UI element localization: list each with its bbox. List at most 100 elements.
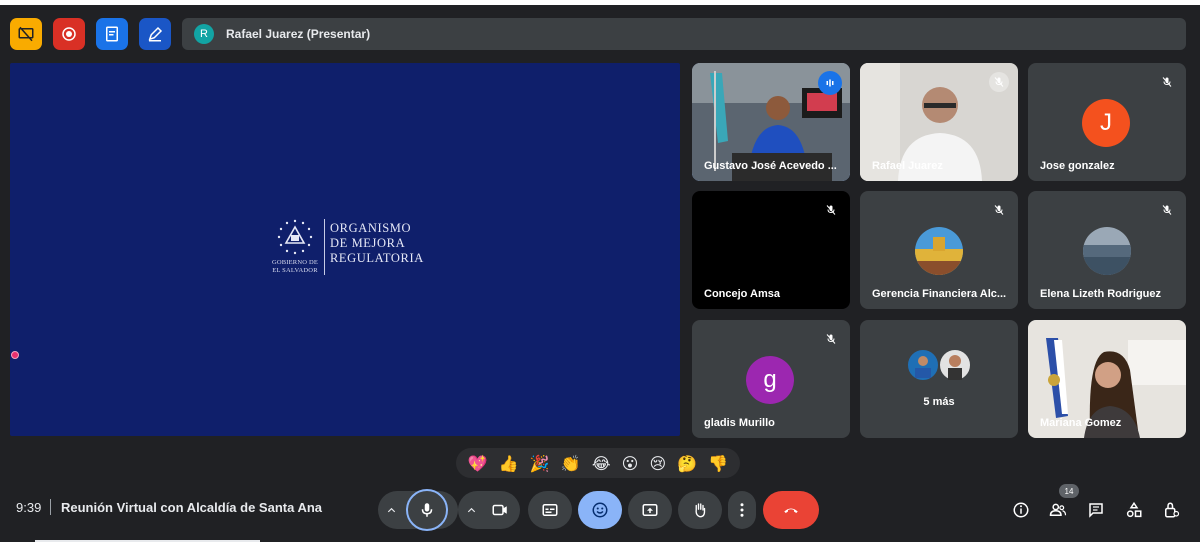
present-button[interactable] bbox=[628, 491, 672, 529]
logo-divider bbox=[324, 219, 325, 275]
chevron-up-icon bbox=[467, 507, 475, 512]
captions-icon bbox=[542, 504, 558, 516]
pointer-dot bbox=[11, 351, 19, 359]
leave-call-button[interactable] bbox=[763, 491, 819, 529]
mic-muted-indicator bbox=[821, 200, 841, 220]
reaction-bar: 💖 👍 🎉 👏 😂 😮 😢 🤔 👎 bbox=[456, 448, 740, 478]
camera-button[interactable] bbox=[484, 501, 516, 519]
mic-off-icon bbox=[826, 334, 836, 344]
present-off-icon bbox=[18, 26, 34, 42]
mic-off-icon bbox=[826, 205, 836, 215]
camera-group bbox=[458, 491, 520, 529]
hang-up-icon bbox=[784, 508, 798, 513]
reaction-sad[interactable]: 😢 bbox=[649, 454, 666, 473]
participant-name: Mariana Gomez bbox=[1040, 417, 1122, 429]
people-count-badge: 14 bbox=[1059, 484, 1079, 498]
recording-button[interactable] bbox=[53, 18, 85, 50]
reaction-thinking[interactable]: 🤔 bbox=[677, 454, 697, 473]
reaction-laugh[interactable]: 😂 bbox=[592, 454, 611, 473]
reaction-party[interactable]: 🎉 bbox=[530, 454, 550, 473]
reaction-thumbs-up[interactable]: 👍 bbox=[499, 454, 519, 473]
participant-tile[interactable]: J Jose gonzalez bbox=[1028, 63, 1186, 181]
mic-icon bbox=[421, 503, 433, 517]
participant-tile[interactable]: Elena Lizeth Rodriguez bbox=[1028, 191, 1186, 309]
hand-icon bbox=[695, 503, 706, 518]
org-logo: GOBIERNO DE EL SALVADOR ORGANISMO DE MEJ… bbox=[270, 217, 424, 275]
more-vert-icon bbox=[740, 503, 744, 517]
mic-muted-indicator bbox=[989, 200, 1009, 220]
participant-tile[interactable]: Gustavo José Acevedo ... bbox=[692, 63, 850, 181]
more-options-button[interactable] bbox=[728, 491, 756, 529]
hide-presentation-button[interactable] bbox=[10, 18, 42, 50]
meeting-details-button[interactable] bbox=[1010, 499, 1032, 521]
more-count: 5 más bbox=[923, 396, 955, 408]
participant-stack bbox=[906, 348, 972, 382]
participant-name: Gerencia Financiera Alc... bbox=[872, 288, 1007, 300]
participant-tile[interactable]: Mariana Gomez bbox=[1028, 320, 1186, 438]
notes-button[interactable] bbox=[96, 18, 128, 50]
participant-name: Gustavo José Acevedo ... bbox=[704, 160, 837, 172]
more-participants-tile[interactable]: 5 más bbox=[860, 320, 1018, 438]
participant-avatar: J bbox=[1082, 99, 1130, 147]
time-separator bbox=[50, 499, 51, 515]
activities-button[interactable] bbox=[1123, 499, 1145, 521]
video-options-button[interactable] bbox=[458, 505, 484, 516]
camera-icon bbox=[492, 504, 507, 516]
activities-icon bbox=[1126, 501, 1142, 518]
participant-avatar: g bbox=[746, 356, 794, 404]
participant-name: Elena Lizeth Rodriguez bbox=[1040, 288, 1162, 300]
participant-tile[interactable]: Concejo Amsa bbox=[692, 191, 850, 309]
mic-muted-indicator bbox=[989, 72, 1009, 92]
participant-name: Concejo Amsa bbox=[704, 288, 781, 300]
participant-name: gladis Murillo bbox=[704, 417, 775, 429]
chat-icon bbox=[1089, 503, 1103, 518]
gov-label: GOBIERNO DE EL SALVADOR bbox=[271, 259, 319, 274]
chevron-up-icon bbox=[387, 507, 395, 512]
presenter-label: Rafael Juarez (Presentar) bbox=[226, 27, 371, 41]
present-screen-icon bbox=[642, 504, 658, 516]
org-name: ORGANISMO DE MEJORA REGULATORIA bbox=[330, 221, 424, 265]
chat-button[interactable] bbox=[1085, 499, 1107, 521]
mic-off-icon bbox=[994, 205, 1004, 215]
mic-muted-indicator bbox=[1157, 200, 1177, 220]
reaction-thumbs-down[interactable]: 👎 bbox=[708, 454, 728, 473]
people-button[interactable] bbox=[1047, 499, 1069, 521]
emoji-icon bbox=[592, 502, 608, 518]
mic-off-icon bbox=[994, 77, 1004, 87]
audio-level-icon bbox=[826, 79, 834, 87]
info-icon bbox=[1013, 502, 1029, 518]
pen-icon bbox=[148, 26, 163, 42]
mic-muted-indicator bbox=[1157, 72, 1177, 92]
whiteboard-button[interactable] bbox=[139, 18, 171, 50]
presenter-avatar: R bbox=[194, 24, 214, 44]
coat-of-arms-icon bbox=[277, 219, 313, 255]
participant-tile[interactable]: Gerencia Financiera Alc... bbox=[860, 191, 1018, 309]
shared-screen: GOBIERNO DE EL SALVADOR ORGANISMO DE MEJ… bbox=[10, 63, 680, 436]
participant-tile[interactable]: Rafael Juarez bbox=[860, 63, 1018, 181]
participant-photo bbox=[1083, 227, 1131, 275]
meeting-title: Reunión Virtual con Alcaldía de Santa An… bbox=[61, 500, 323, 515]
participant-name: Rafael Juarez bbox=[872, 160, 943, 172]
participant-tile[interactable]: g gladis Murillo bbox=[692, 320, 850, 438]
reaction-clap[interactable]: 👏 bbox=[561, 454, 581, 473]
meeting-time: 9:39 bbox=[16, 500, 42, 515]
raise-hand-button[interactable] bbox=[678, 491, 722, 529]
mic-off-icon bbox=[1162, 77, 1172, 87]
participant-name: Jose gonzalez bbox=[1040, 160, 1115, 172]
host-controls-button[interactable] bbox=[1160, 499, 1182, 521]
participant-photo bbox=[915, 227, 963, 275]
reaction-heart[interactable]: 💖 bbox=[468, 454, 488, 473]
mic-button[interactable] bbox=[406, 489, 448, 531]
mic-muted-indicator bbox=[821, 329, 841, 349]
lock-person-icon bbox=[1165, 502, 1180, 518]
captions-button[interactable] bbox=[528, 491, 572, 529]
record-icon bbox=[62, 27, 76, 41]
speaking-indicator bbox=[818, 71, 842, 95]
mic-off-icon bbox=[1162, 205, 1172, 215]
reactions-button[interactable] bbox=[578, 491, 622, 529]
people-icon bbox=[1049, 503, 1067, 516]
presenter-bar[interactable]: R Rafael Juarez (Presentar) bbox=[182, 18, 1186, 50]
audio-options-button[interactable] bbox=[378, 505, 404, 516]
host-controls bbox=[10, 18, 171, 50]
reaction-surprised[interactable]: 😮 bbox=[622, 454, 639, 473]
